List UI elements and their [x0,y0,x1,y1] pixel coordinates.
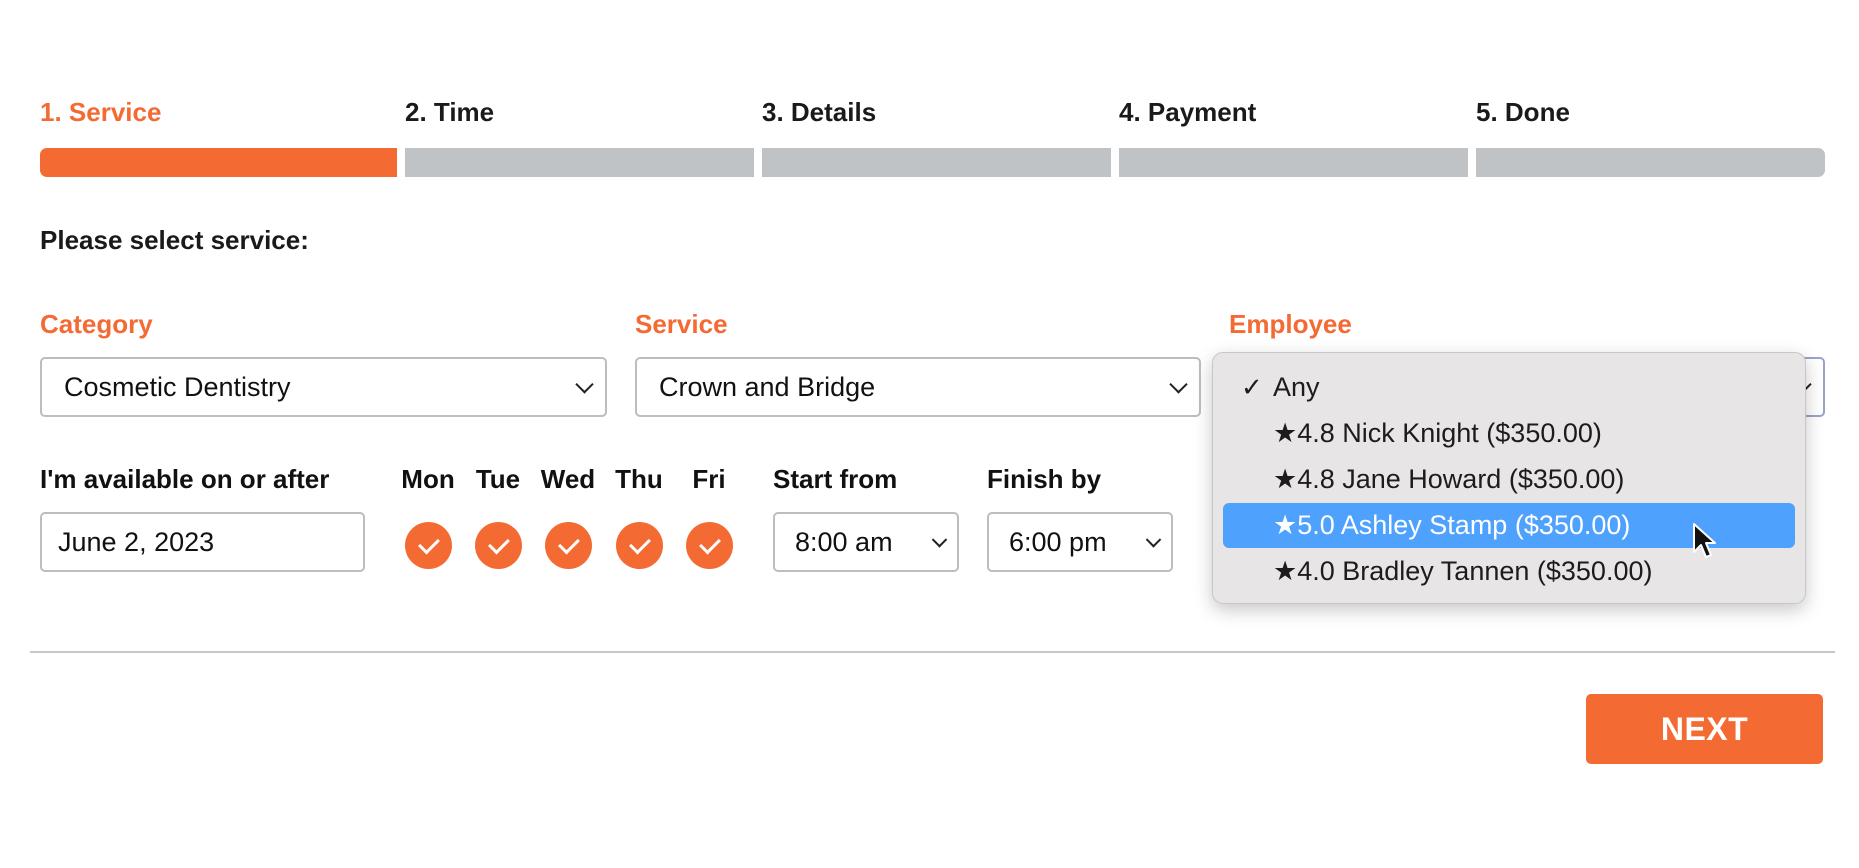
step-label-done: 5. Done [1476,97,1570,127]
start-time-select[interactable]: 8:00 am [773,512,959,572]
page-prompt: Please select service: [40,225,309,255]
employee-option-label: ★4.8 Nick Knight ($350.00) [1273,418,1602,448]
mouse-cursor-icon [1693,523,1716,558]
step-label-payment: 4. Payment [1119,97,1257,127]
employee-option-label: ★4.0 Bradley Tannen ($350.00) [1273,556,1653,586]
service-label: Service [635,309,728,339]
date-input[interactable]: June 2, 2023 [40,512,365,572]
step-bar-payment [1119,148,1468,177]
day-label-wed: Wed [540,464,596,494]
day-checkbox-thu[interactable] [616,522,663,569]
category-label: Category [40,309,153,339]
day-checkbox-tue[interactable] [475,522,522,569]
employee-option-label: ★4.8 Jane Howard ($350.00) [1273,464,1625,494]
employee-option-any[interactable]: ✓ Any [1223,365,1795,410]
day-label-tue: Tue [475,464,521,494]
chevron-down-icon [1169,375,1188,394]
check-icon: ✓ [1241,371,1263,402]
step-bar-time [405,148,754,177]
employee-option-jane-howard[interactable]: ★4.8 Jane Howard ($350.00) [1223,457,1795,502]
step-label-time: 2. Time [405,97,495,127]
employee-dropdown-menu: ✓ Any ★4.8 Nick Knight ($350.00) ★4.8 Ja… [1212,352,1806,604]
day-label-thu: Thu [615,464,663,494]
check-icon [557,532,580,555]
category-select-value: Cosmetic Dentistry [64,371,291,402]
service-select[interactable]: Crown and Bridge [635,357,1201,417]
service-select-value: Crown and Bridge [659,371,876,402]
start-time-value: 8:00 am [795,526,893,557]
employee-option-label: ★5.0 Ashley Stamp ($350.00) [1273,510,1631,540]
chevron-down-icon [575,375,594,394]
check-icon [417,532,440,555]
section-divider [30,651,1835,653]
step-bar-details [762,148,1111,177]
chevron-down-icon [1145,532,1162,548]
finish-time-value: 6:00 pm [1009,526,1107,557]
day-label-mon: Mon [401,464,455,494]
day-checkbox-fri[interactable] [686,522,733,569]
finish-by-label: Finish by [987,464,1102,494]
employee-label: Employee [1229,309,1352,339]
start-from-label: Start from [773,464,898,494]
day-checkbox-mon[interactable] [405,522,452,569]
step-bar-done [1476,148,1825,177]
next-button[interactable]: NEXT [1586,694,1823,764]
day-label-fri: Fri [692,464,726,494]
finish-time-select[interactable]: 6:00 pm [987,512,1173,572]
step-bar-service [40,148,397,177]
day-checkbox-wed[interactable] [545,522,592,569]
check-icon [698,532,721,555]
step-label-details: 3. Details [762,97,877,127]
chevron-down-icon [931,532,948,548]
employee-option-label: Any [1273,372,1320,402]
category-select[interactable]: Cosmetic Dentistry [40,357,607,417]
check-icon [487,532,510,555]
available-after-label: I'm available on or after [40,464,330,494]
step-label-service: 1. Service [40,97,162,127]
employee-option-nick-knight[interactable]: ★4.8 Nick Knight ($350.00) [1223,411,1795,456]
check-icon [628,532,651,555]
